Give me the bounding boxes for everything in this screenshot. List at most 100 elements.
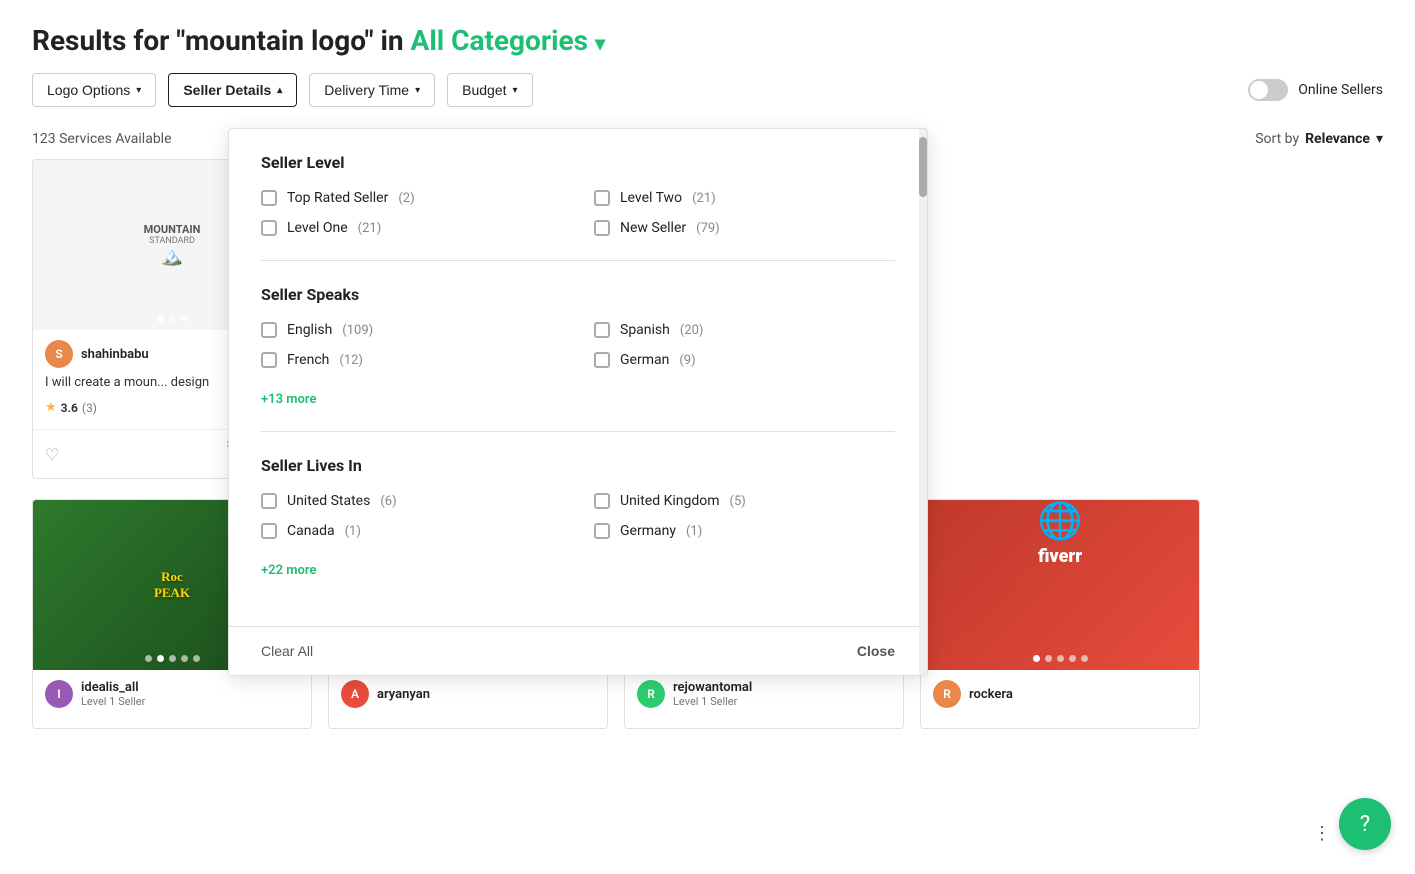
page-title: Results for "mountain logo" in All Categ… bbox=[32, 24, 1383, 57]
all-categories-link[interactable]: All Categories bbox=[411, 24, 605, 57]
option-label: English bbox=[287, 322, 332, 338]
sort-value: Relevance bbox=[1305, 131, 1370, 147]
close-button[interactable]: Close bbox=[857, 643, 895, 659]
avatar: A bbox=[341, 680, 369, 708]
seller-name: shahinbabu bbox=[81, 347, 149, 362]
checkbox-french[interactable] bbox=[261, 352, 277, 368]
option-canada[interactable]: Canada (1) bbox=[261, 523, 562, 539]
seller-name: rockera bbox=[969, 687, 1013, 702]
checkbox-level-two[interactable] bbox=[594, 190, 610, 206]
avatar: I bbox=[45, 680, 73, 708]
option-label: Canada bbox=[287, 523, 335, 539]
checkbox-spanish[interactable] bbox=[594, 322, 610, 338]
sort-control[interactable]: Sort by Relevance ▾ bbox=[1255, 131, 1383, 147]
clear-all-button[interactable]: Clear All bbox=[261, 643, 313, 659]
checkbox-united-kingdom[interactable] bbox=[594, 493, 610, 509]
seller-lives-title: Seller Lives In bbox=[261, 456, 895, 475]
option-count: (109) bbox=[342, 323, 373, 338]
option-count: (5) bbox=[730, 494, 746, 509]
seller-name: rejowantomal bbox=[673, 680, 752, 695]
card-image: 🌐 fiverr bbox=[921, 500, 1199, 670]
option-label: Spanish bbox=[620, 322, 670, 338]
option-label: French bbox=[287, 352, 329, 368]
star-icon: ★ bbox=[45, 400, 57, 415]
checkbox-level-one[interactable] bbox=[261, 220, 277, 236]
checkbox-top-rated[interactable] bbox=[261, 190, 277, 206]
option-new-seller[interactable]: New Seller (79) bbox=[594, 220, 895, 236]
option-count: (1) bbox=[686, 524, 702, 539]
option-top-rated-seller[interactable]: Top Rated Seller (2) bbox=[261, 190, 562, 206]
rating-count: (3) bbox=[82, 401, 97, 415]
show-more-lives[interactable]: +22 more bbox=[261, 563, 895, 578]
option-count: (79) bbox=[696, 221, 720, 236]
option-united-kingdom[interactable]: United Kingdom (5) bbox=[594, 493, 895, 509]
option-label: Top Rated Seller bbox=[287, 190, 388, 206]
help-button[interactable]: ? bbox=[1339, 798, 1391, 850]
checkbox-new-seller[interactable] bbox=[594, 220, 610, 236]
chevron-down-icon: ▾ bbox=[136, 85, 141, 96]
checkbox-german[interactable] bbox=[594, 352, 610, 368]
seller-level-options: Top Rated Seller (2) Level Two (21) Leve… bbox=[261, 190, 895, 236]
option-count: (21) bbox=[692, 191, 716, 206]
seller-level: Level 1 Seller bbox=[81, 695, 145, 708]
option-count: (20) bbox=[680, 323, 704, 338]
seller-name: aryanyan bbox=[377, 687, 430, 702]
option-count: (2) bbox=[398, 191, 414, 206]
option-german[interactable]: German (9) bbox=[594, 352, 895, 368]
scrollbar-track[interactable] bbox=[919, 129, 927, 675]
more-options-button[interactable]: ⋮ bbox=[1313, 823, 1331, 844]
option-label: Level Two bbox=[620, 190, 682, 206]
option-level-one[interactable]: Level One (21) bbox=[261, 220, 562, 236]
checkbox-canada[interactable] bbox=[261, 523, 277, 539]
seller-level-title: Seller Level bbox=[261, 153, 895, 172]
option-count: (12) bbox=[339, 353, 363, 368]
delivery-time-filter[interactable]: Delivery Time ▾ bbox=[309, 73, 435, 107]
seller-level: Level 1 Seller bbox=[673, 695, 752, 708]
avatar: R bbox=[933, 680, 961, 708]
logo-options-filter[interactable]: Logo Options ▾ bbox=[32, 73, 156, 107]
checkbox-english[interactable] bbox=[261, 322, 277, 338]
dropdown-footer: Clear All Close bbox=[229, 626, 927, 675]
title-prefix: Results for "mountain logo" in bbox=[32, 24, 404, 57]
option-label: United Kingdom bbox=[620, 493, 720, 509]
toggle-switch[interactable] bbox=[1248, 79, 1288, 101]
option-united-states[interactable]: United States (6) bbox=[261, 493, 562, 509]
show-more-speaks[interactable]: +13 more bbox=[261, 392, 895, 407]
scrollbar-thumb[interactable] bbox=[919, 137, 927, 197]
option-count: (6) bbox=[380, 494, 396, 509]
favorite-button[interactable]: ♡ bbox=[45, 445, 59, 464]
sort-label: Sort by bbox=[1255, 131, 1299, 147]
service-card[interactable]: 🌐 fiverr R rockera bbox=[920, 499, 1200, 729]
filter-bar: Logo Options ▾ Seller Details ▴ Delivery… bbox=[0, 73, 1415, 123]
option-label: United States bbox=[287, 493, 370, 509]
seller-speaks-options: English (109) Spanish (20) French (12) G… bbox=[261, 322, 895, 368]
seller-details-filter[interactable]: Seller Details ▴ bbox=[168, 73, 297, 107]
seller-speaks-title: Seller Speaks bbox=[261, 285, 895, 304]
seller-details-dropdown: Seller Level Top Rated Seller (2) Level … bbox=[228, 128, 928, 676]
option-english[interactable]: English (109) bbox=[261, 322, 562, 338]
budget-filter[interactable]: Budget ▾ bbox=[447, 73, 532, 107]
seller-name: idealis_all bbox=[81, 680, 145, 695]
avatar: R bbox=[637, 680, 665, 708]
services-count: 123 Services Available bbox=[32, 131, 172, 147]
option-count: (9) bbox=[679, 353, 695, 368]
option-count: (1) bbox=[345, 524, 361, 539]
online-sellers-label: Online Sellers bbox=[1298, 82, 1383, 98]
option-french[interactable]: French (12) bbox=[261, 352, 562, 368]
checkbox-united-states[interactable] bbox=[261, 493, 277, 509]
chevron-down-icon: ▾ bbox=[513, 85, 518, 96]
avatar: S bbox=[45, 340, 73, 368]
checkbox-germany[interactable] bbox=[594, 523, 610, 539]
rating-number: 3.6 bbox=[61, 401, 78, 415]
option-label: Germany bbox=[620, 523, 676, 539]
option-label: Level One bbox=[287, 220, 348, 236]
option-count: (21) bbox=[358, 221, 382, 236]
seller-lives-options: United States (6) United Kingdom (5) Can… bbox=[261, 493, 895, 539]
option-germany[interactable]: Germany (1) bbox=[594, 523, 895, 539]
option-level-two[interactable]: Level Two (21) bbox=[594, 190, 895, 206]
option-label: New Seller bbox=[620, 220, 686, 236]
chevron-down-icon: ▾ bbox=[415, 85, 420, 96]
chevron-down-icon: ▾ bbox=[1376, 131, 1383, 147]
online-sellers-toggle[interactable]: Online Sellers bbox=[1248, 79, 1383, 101]
option-spanish[interactable]: Spanish (20) bbox=[594, 322, 895, 338]
